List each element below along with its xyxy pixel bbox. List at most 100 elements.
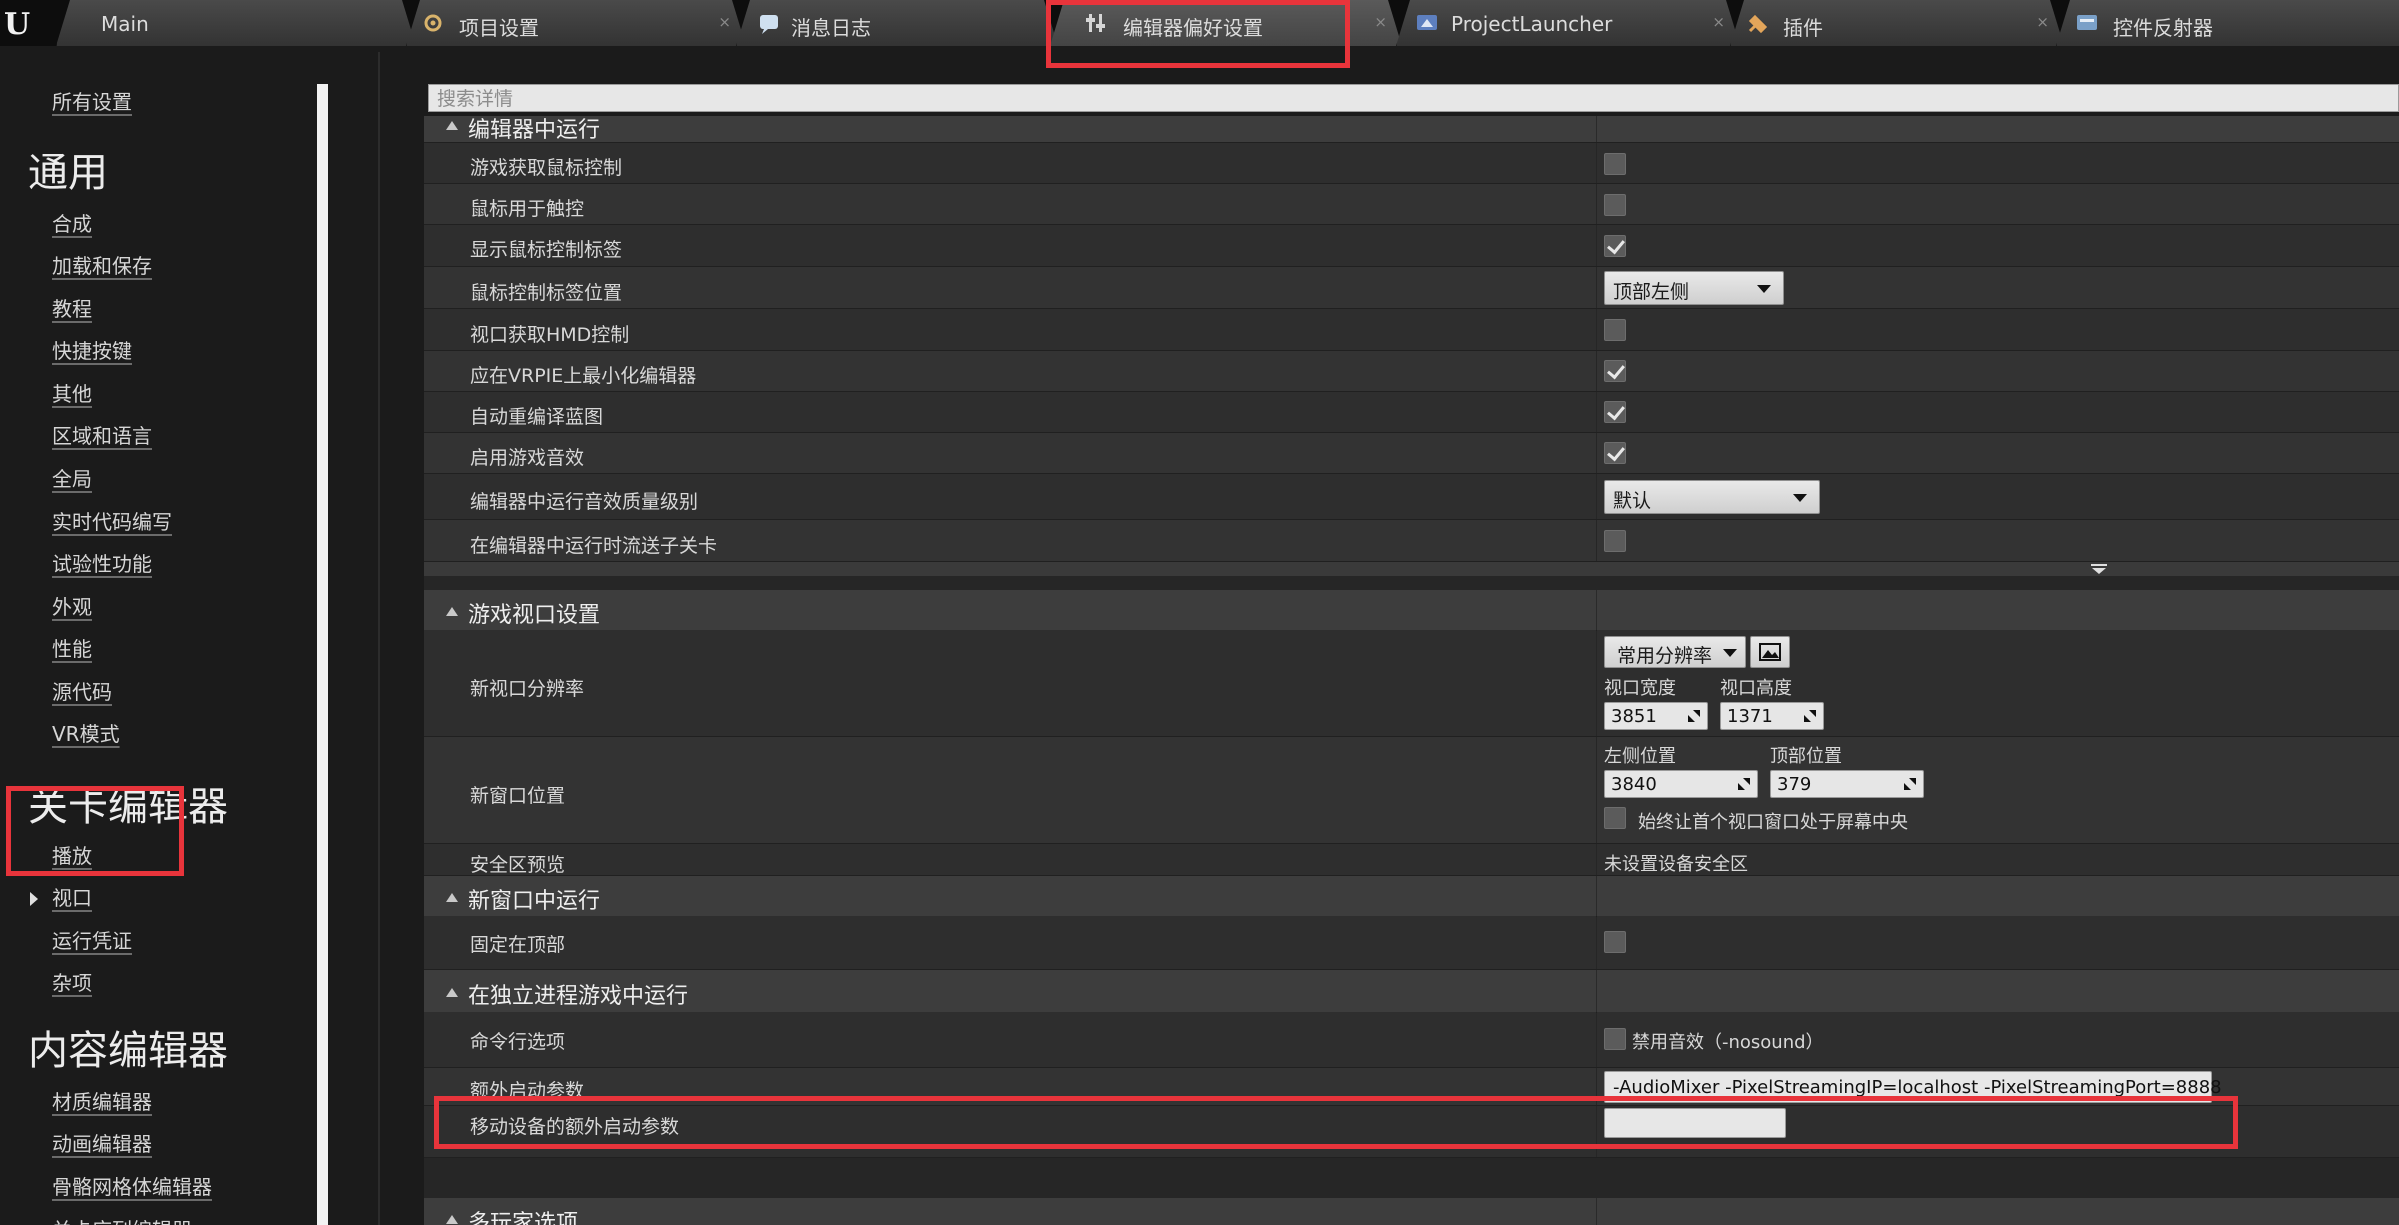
always-on-top-checkbox[interactable] <box>1604 931 1626 953</box>
extra-launch-parameters-field[interactable]: -AudioMixer -PixelStreamingIP=localhost … <box>1604 1071 2222 1103</box>
collapse-arrow-icon[interactable] <box>446 121 458 130</box>
sidebar-item-play[interactable]: 播放 <box>52 840 92 869</box>
category-play-in-standalone-game[interactable]: 在独立进程游戏中运行 <box>424 970 2399 1013</box>
search-input[interactable] <box>437 88 2390 110</box>
dropdown-value: 顶部左侧 <box>1613 281 1690 303</box>
viewport-gets-hmd-control-checkbox[interactable] <box>1604 319 1626 341</box>
sidebar-item-global[interactable]: 全局 <box>52 463 92 492</box>
category-play-in-new-window[interactable]: 新窗口中运行 <box>424 876 2399 917</box>
category-label: 游戏视口设置 <box>468 603 601 628</box>
setting-label: 编辑器中运行音效质量级别 <box>470 491 699 513</box>
column-splitter[interactable] <box>1596 590 1597 630</box>
sidebar-item-source-code[interactable]: 源代码 <box>52 676 112 705</box>
sidebar-item-skeletal-mesh-editor[interactable]: 骨骼网格体编辑器 <box>52 1171 212 1200</box>
details-panel: 编辑器中运行 游戏获取鼠标控制 鼠标用于触控 显示鼠标控制标签 鼠标控制标签位置… <box>424 116 2399 1225</box>
viewport-height-field[interactable]: 1371 <box>1720 702 1824 730</box>
close-icon[interactable]: × <box>1712 13 1725 31</box>
advanced-expander[interactable] <box>424 562 2399 576</box>
sidebar-item-material-editor[interactable]: 材质编辑器 <box>52 1086 152 1115</box>
column-splitter[interactable] <box>1596 1198 1597 1225</box>
disable-sound-checkbox[interactable] <box>1604 1028 1626 1050</box>
setting-row: 在编辑器中运行时流送子关卡 <box>424 520 2399 562</box>
sidebar-item-appearance[interactable]: 外观 <box>52 591 92 620</box>
tab-widget-reflector[interactable]: 控件反射器 <box>2056 0 2399 46</box>
tab-label: Main <box>101 12 149 36</box>
collapse-arrow-icon[interactable] <box>446 988 458 997</box>
selected-arrow-icon <box>30 892 38 906</box>
close-icon[interactable]: × <box>718 13 731 31</box>
setting-row: 新窗口位置 左侧位置 顶部位置 3840 379 始终让首个视口窗口处于屏幕中央 <box>424 737 2399 844</box>
project-launcher-icon <box>1415 11 1439 35</box>
expand-advanced-icon[interactable] <box>2090 563 2108 575</box>
tab-plugins[interactable]: 插件 × <box>1730 0 2064 46</box>
column-splitter[interactable] <box>1596 116 1597 142</box>
category-play-in-editor[interactable]: 编辑器中运行 <box>424 116 2399 143</box>
sidebar-item-load-save[interactable]: 加载和保存 <box>52 250 152 279</box>
sidebar-section-level-editor: 关卡编辑器 <box>28 784 228 830</box>
category-label: 多玩家选项 <box>468 1211 579 1225</box>
game-gets-mouse-control-checkbox[interactable] <box>1604 153 1626 175</box>
column-splitter[interactable] <box>1596 970 1597 1012</box>
sidebar-item-tutorials[interactable]: 教程 <box>52 293 92 322</box>
sidebar-item-experimental[interactable]: 试验性功能 <box>52 548 152 577</box>
sidebar-item-animation-editor[interactable]: 动画编辑器 <box>52 1128 152 1157</box>
collapse-arrow-icon[interactable] <box>446 893 458 902</box>
close-icon[interactable]: × <box>2036 13 2049 31</box>
sidebar-item-viewports[interactable]: 视口 <box>52 882 92 911</box>
sidebar-item-level-sequence-editor[interactable]: 关卡序列编辑器 <box>52 1214 192 1225</box>
viewport-width-field[interactable]: 3851 <box>1604 702 1708 730</box>
setting-label: 启用游戏音效 <box>470 447 585 469</box>
setting-label: 在编辑器中运行时流送子关卡 <box>470 535 718 557</box>
tab-label: 插件 <box>1783 16 1823 40</box>
top-position-label: 顶部位置 <box>1770 746 1842 767</box>
window-left-position-field[interactable]: 3840 <box>1604 770 1758 798</box>
collapse-arrow-icon[interactable] <box>446 1215 458 1224</box>
panel-divider[interactable] <box>378 52 380 1225</box>
sidebar-item-miscellaneous[interactable]: 其他 <box>52 378 92 407</box>
tab-main[interactable]: Main <box>56 0 416 46</box>
sidebar-item-region-language[interactable]: 区域和语言 <box>52 420 152 449</box>
search-details-field[interactable] <box>428 84 2399 112</box>
sidebar-item-misc[interactable]: 杂项 <box>52 967 92 996</box>
collapse-arrow-icon[interactable] <box>446 607 458 616</box>
setting-row: 鼠标用于触控 <box>424 184 2399 225</box>
tab-label: 编辑器偏好设置 <box>1123 16 1263 40</box>
category-game-viewport-settings[interactable]: 游戏视口设置 <box>424 590 2399 631</box>
tab-message-log[interactable]: 消息日志 <box>736 0 1058 46</box>
sidebar-item-vr-mode[interactable]: VR模式 <box>52 718 120 747</box>
tab-label: ProjectLauncher <box>1451 12 1613 36</box>
enable-game-sound-checkbox[interactable] <box>1604 442 1626 464</box>
show-mouse-control-label-checkbox[interactable] <box>1604 235 1626 257</box>
auto-recompile-blueprints-checkbox[interactable] <box>1604 401 1626 423</box>
category-multiplayer-options[interactable]: 多玩家选项 <box>424 1198 2399 1225</box>
sidebar-item-performance[interactable]: 性能 <box>52 633 92 662</box>
sidebar-item-composition[interactable]: 合成 <box>52 208 92 237</box>
setting-row: 固定在顶部 <box>424 916 2399 970</box>
stream-sublevels-checkbox[interactable] <box>1604 530 1626 552</box>
tab-project-launcher[interactable]: ProjectLauncher × <box>1396 0 1740 46</box>
chevron-down-icon <box>1757 285 1771 293</box>
sidebar-item-play-credentials[interactable]: 运行凭证 <box>52 925 132 954</box>
sidebar-all-settings[interactable]: 所有设置 <box>52 86 132 115</box>
minimize-editor-on-vrpie-checkbox[interactable] <box>1604 360 1626 382</box>
mobile-extra-launch-parameters-field[interactable] <box>1604 1108 1786 1138</box>
tab-editor-preferences[interactable]: 编辑器偏好设置 × <box>1050 0 1402 46</box>
sidebar-item-live-coding[interactable]: 实时代码编写 <box>52 506 172 535</box>
setting-row: 显示鼠标控制标签 <box>424 225 2399 267</box>
image-aspect-icon <box>1759 643 1781 661</box>
swap-aspect-button[interactable] <box>1750 636 1790 668</box>
sidebar-scrollbar[interactable] <box>317 84 328 1225</box>
use-mouse-for-touch-checkbox[interactable] <box>1604 194 1626 216</box>
common-resolutions-dropdown[interactable]: 常用分辨率 <box>1604 636 1746 668</box>
pie-audio-quality-dropdown[interactable]: 默认 <box>1604 480 1820 514</box>
mouse-label-position-dropdown[interactable]: 顶部左侧 <box>1604 271 1784 305</box>
close-icon[interactable]: × <box>1374 13 1387 31</box>
column-splitter[interactable] <box>1596 876 1597 916</box>
left-position-label: 左侧位置 <box>1604 746 1676 767</box>
window-top-position-field[interactable]: 379 <box>1770 770 1924 798</box>
sidebar-item-keyboard-shortcuts[interactable]: 快捷按键 <box>52 335 132 364</box>
unreal-logo-icon[interactable]: U <box>0 0 46 46</box>
center-first-window-checkbox[interactable] <box>1604 807 1626 829</box>
drag-resize-icon <box>1738 778 1750 790</box>
tab-project-settings[interactable]: 项目设置 × <box>406 0 746 46</box>
